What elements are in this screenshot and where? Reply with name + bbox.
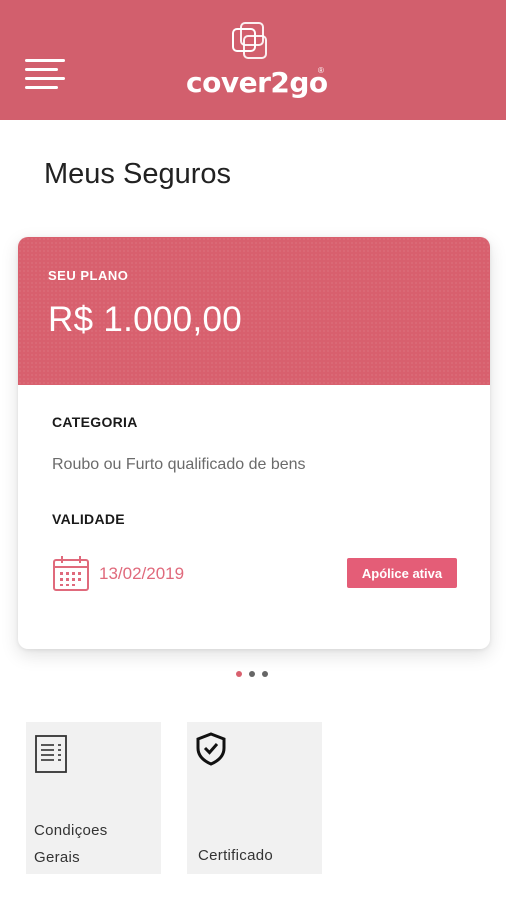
tile-label: Certificado	[198, 847, 273, 864]
validity-label: VALIDADE	[52, 511, 125, 527]
carousel-indicator	[236, 671, 272, 679]
page-title: Meus Seguros	[44, 158, 231, 190]
calendar-icon	[53, 556, 89, 591]
menu-line	[25, 68, 58, 71]
carousel-dot[interactable]	[262, 671, 268, 677]
tile-label-line2: Gerais	[34, 849, 80, 866]
category-label: CATEGORIA	[52, 414, 138, 430]
menu-line	[25, 59, 65, 62]
plan-card-header: SEU PLANO R$ 1.000,00	[18, 237, 490, 385]
menu-line	[25, 86, 58, 89]
validity-date: 13/02/2019	[99, 564, 185, 583]
plan-value: R$ 1.000,00	[48, 300, 243, 339]
general-conditions-tile[interactable]: Condiçoes Gerais	[26, 722, 161, 874]
plan-card[interactable]: SEU PLANO R$ 1.000,00 CATEGORIA Roubo ou…	[18, 237, 490, 649]
tile-label-line1: Condiçoes	[34, 822, 108, 839]
logo-icon	[232, 22, 267, 59]
menu-button[interactable]	[25, 57, 69, 93]
app-header: cover2go ®	[0, 0, 506, 120]
certificate-tile[interactable]: Certificado	[187, 722, 322, 874]
document-icon	[35, 735, 67, 773]
brand-name: cover2go	[186, 66, 328, 99]
carousel-dot[interactable]	[249, 671, 255, 677]
status-badge: Apólice ativa	[347, 558, 457, 588]
registered-mark: ®	[318, 66, 324, 75]
menu-line	[25, 77, 65, 80]
carousel-dot-active[interactable]	[236, 671, 242, 677]
category-value: Roubo ou Furto qualificado de bens	[52, 456, 306, 473]
plan-label: SEU PLANO	[48, 268, 129, 283]
shield-check-icon	[196, 732, 226, 766]
